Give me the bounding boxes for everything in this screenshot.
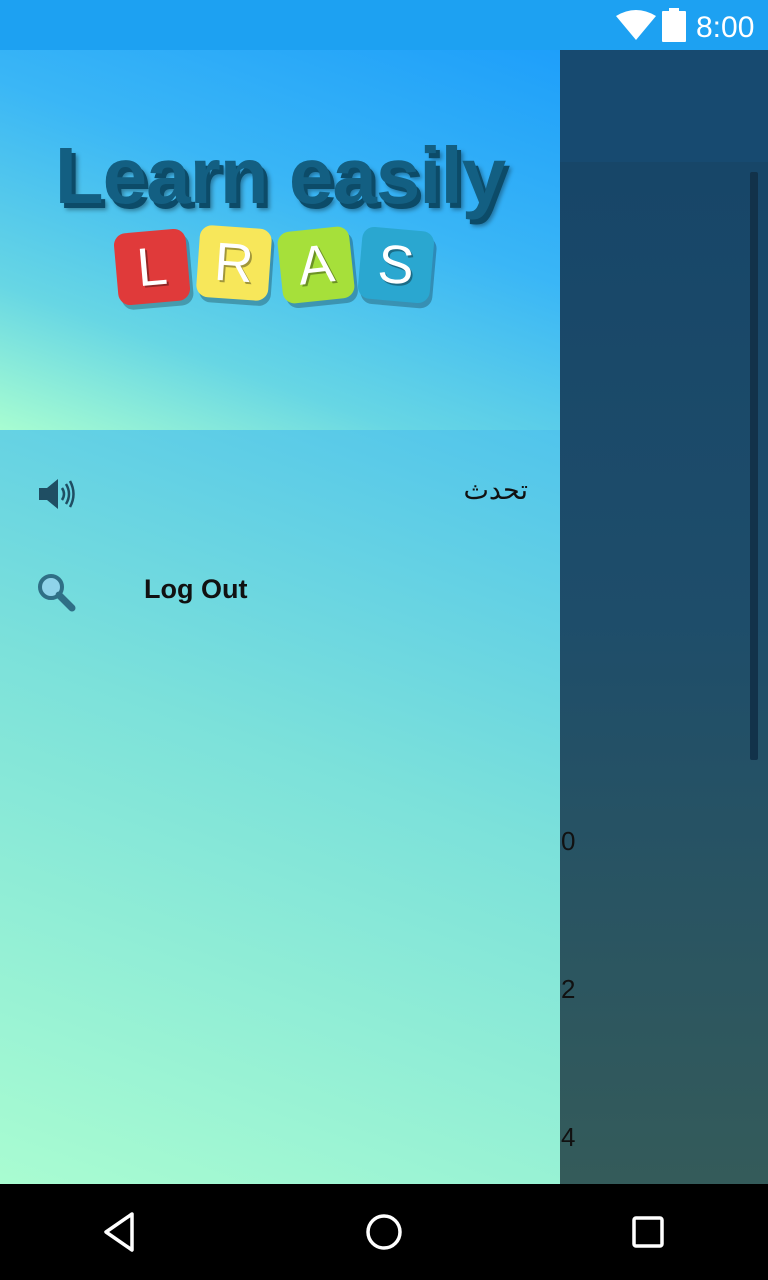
logo-tile-l: L [112,227,192,307]
home-icon[interactable] [358,1206,410,1258]
back-icon[interactable] [94,1206,146,1258]
logo-tiles: L R A S [112,224,446,315]
background-number: 2 [561,974,576,1004]
logo-tile-a: A [276,225,356,305]
logo-tile-s: S [356,225,436,305]
status-bar: 8:00 [0,0,768,50]
logo-title: Learn easily [54,131,507,220]
background-number: 0 [561,826,576,856]
menu-item-label: تحدث [463,475,528,505]
scrollbar[interactable] [750,172,758,760]
speaker-icon [39,479,75,509]
background-number: 4 [561,1122,576,1152]
system-nav-bar [0,1184,768,1280]
search-icon [38,574,76,612]
background-app-scrim[interactable]: 0 2 4 [560,50,768,1184]
drawer-header: Learn easily L R A S [0,50,560,430]
navigation-drawer: Learn easily L R A S تحدث Log Out [0,50,560,1184]
menu-item-logout[interactable]: Log Out [0,550,560,630]
logo-tile-r: R [195,224,273,302]
battery-icon [662,8,686,42]
wifi-icon [616,10,656,40]
background-app-bar [560,50,768,162]
status-time: 8:00 [696,11,755,44]
recents-icon[interactable] [622,1206,674,1258]
menu-item-label: Log Out [144,574,248,604]
menu-item-speak[interactable]: تحدث [0,452,560,532]
